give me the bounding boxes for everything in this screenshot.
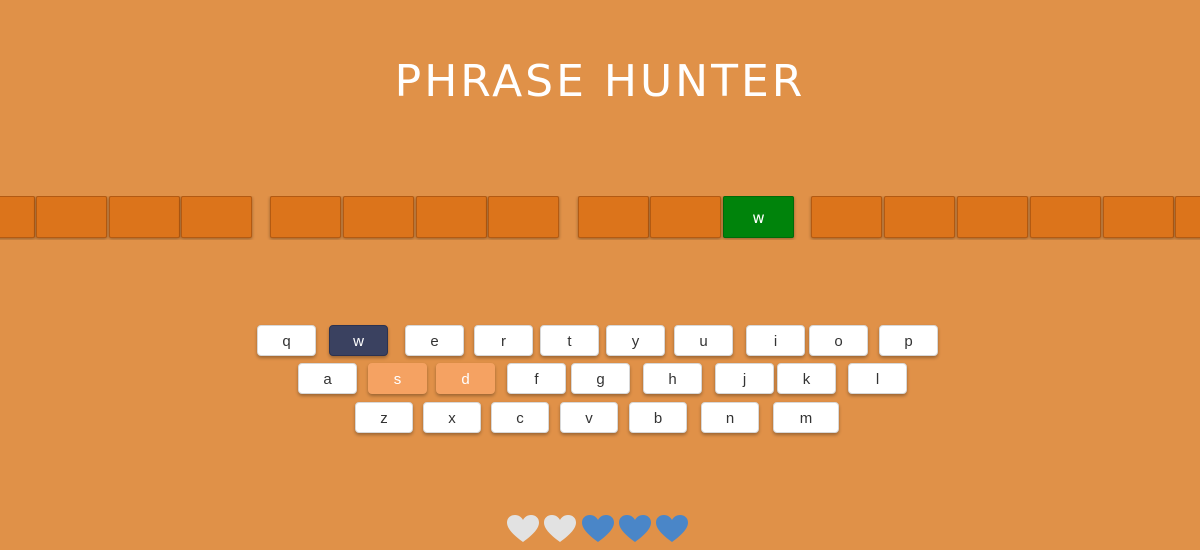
key-z[interactable]: z: [355, 402, 413, 433]
key-f[interactable]: f: [507, 363, 566, 394]
key-y[interactable]: y: [606, 325, 665, 356]
letter-tile-hidden: [1030, 196, 1101, 238]
heart-icon-lost: [507, 515, 539, 542]
key-i[interactable]: i: [746, 325, 805, 356]
letter-tile-hidden: [0, 196, 35, 238]
phrase-board: w: [0, 196, 1200, 240]
key-l[interactable]: l: [848, 363, 907, 394]
letter-tile-hidden: [36, 196, 107, 238]
key-s[interactable]: s: [368, 363, 427, 394]
key-v[interactable]: v: [560, 402, 618, 433]
key-o[interactable]: o: [809, 325, 868, 356]
key-d[interactable]: d: [436, 363, 495, 394]
letter-tile-hidden: [488, 196, 559, 238]
letter-tile-hidden: [1175, 196, 1200, 238]
key-h[interactable]: h: [643, 363, 702, 394]
lives-indicator: [0, 514, 1200, 550]
key-k[interactable]: k: [777, 363, 836, 394]
heart-icon-lost: [544, 515, 576, 542]
letter-tile-revealed: w: [723, 196, 794, 238]
heart-icon: [656, 515, 688, 542]
key-u[interactable]: u: [674, 325, 733, 356]
key-m[interactable]: m: [773, 402, 839, 433]
letter-tile-hidden: [650, 196, 721, 238]
letter-tile-hidden: [578, 196, 649, 238]
key-n[interactable]: n: [701, 402, 759, 433]
letter-tile-hidden: [109, 196, 180, 238]
letter-tile-hidden: [1103, 196, 1174, 238]
key-e[interactable]: e: [405, 325, 464, 356]
key-x[interactable]: x: [423, 402, 481, 433]
letter-tile-hidden: [181, 196, 252, 238]
letter-tile-hidden: [270, 196, 341, 238]
key-q[interactable]: q: [257, 325, 316, 356]
heart-icon: [619, 515, 651, 542]
letter-tile-hidden: [884, 196, 955, 238]
game-title: PHRASE HUNTER: [394, 56, 806, 107]
key-r[interactable]: r: [474, 325, 533, 356]
letter-tile-hidden: [416, 196, 487, 238]
key-c[interactable]: c: [491, 402, 549, 433]
letter-tile-hidden: [957, 196, 1028, 238]
key-a[interactable]: a: [298, 363, 357, 394]
letter-tile-hidden: [811, 196, 882, 238]
key-p[interactable]: p: [879, 325, 938, 356]
letter-tile-hidden: [343, 196, 414, 238]
key-w[interactable]: w: [329, 325, 388, 356]
key-g[interactable]: g: [571, 363, 630, 394]
key-j[interactable]: j: [715, 363, 774, 394]
key-t[interactable]: t: [540, 325, 599, 356]
heart-icon: [582, 515, 614, 542]
key-b[interactable]: b: [629, 402, 687, 433]
